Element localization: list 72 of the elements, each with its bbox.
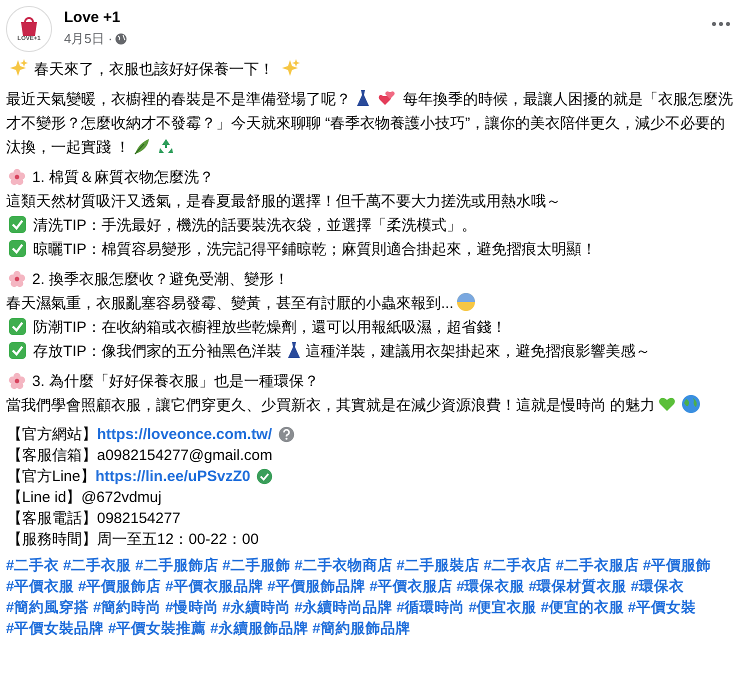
contact-label: 【官方Line】 xyxy=(7,467,96,487)
hashtag-link[interactable]: #簡約服飾品牌 xyxy=(312,621,410,637)
contact-link[interactable]: https://lin.ee/uPSvzZ0 xyxy=(95,466,250,487)
check-box-icon xyxy=(8,215,27,234)
hashtag-link[interactable]: #平價服飾 xyxy=(642,558,711,574)
hashtag-link[interactable]: #二手服裝店 xyxy=(396,558,480,574)
globe-icon xyxy=(115,33,128,45)
flower-icon xyxy=(8,372,26,390)
hashtag-link[interactable]: #永續服飾品牌 xyxy=(210,621,308,637)
sparkles-icon xyxy=(8,58,28,78)
hashtag-link[interactable]: #二手衣 xyxy=(6,558,60,574)
hashtag-link[interactable]: #環保衣服 xyxy=(456,579,525,595)
hashtag-link[interactable]: #平價女裝 xyxy=(628,600,696,616)
section-heading: 2. 換季衣服怎麼收？避免受潮、變形！ xyxy=(31,271,289,288)
hashtag-link[interactable]: #平價服飾品牌 xyxy=(267,579,366,595)
hashtag-link[interactable]: #簡約時尚 xyxy=(93,600,162,616)
post-paragraph: 最近天氣變暖，衣櫥裡的春裝是不是準備登場了呢？ 每年換季的時候，最讓人困擾的就是「衣服怎麼洗才不變形？怎麼收納才不發霉？」今天就來聊聊 “春季衣物養護小技巧”，讓你的美衣陪伴更久，減少不必要的汰換，一起實踐 ！ xyxy=(6,88,740,160)
emoji-icon xyxy=(456,292,476,312)
hashtag-link[interactable]: #便宜衣服 xyxy=(468,600,537,616)
contact-label: 【客服信箱】 xyxy=(7,446,97,466)
tip-text: 存放TIP：像我們家的五分袖黑色洋裝 這種洋裝，建議用衣架掛起來，避免摺痕影響美感～ xyxy=(29,343,651,360)
flower-icon xyxy=(8,270,26,288)
contact-value: @672vdmuj xyxy=(81,488,162,508)
contact-label: 【客服電話】 xyxy=(7,509,97,529)
contact-value: 0982154277 xyxy=(97,509,180,529)
hashtag-link[interactable]: #二手服飾店 xyxy=(135,558,218,574)
hashtag-link[interactable]: #平價衣服店 xyxy=(369,579,453,595)
check-box-icon xyxy=(8,239,27,258)
hashtag-link[interactable]: #平價衣服 xyxy=(6,579,74,595)
hashtag-link[interactable]: #平價女裝品牌 xyxy=(6,621,104,637)
more-icon xyxy=(712,22,730,26)
page-name-link[interactable]: Love +1 xyxy=(64,8,706,28)
hashtag-link[interactable]: #簡約風穿搭 xyxy=(6,600,90,616)
check-box-icon xyxy=(8,341,27,360)
tip-text: 防潮TIP：在收納箱或衣櫥裡放些乾燥劑，還可以用報紙吸濕，超省錢！ xyxy=(32,319,507,336)
post-title: 春天來了，衣服也該好好保養一下！ xyxy=(33,61,276,78)
post-date: 4月5日 · xyxy=(64,30,112,48)
hashtag-link[interactable]: #平價女裝推薦 xyxy=(108,621,206,637)
shopping-bag-icon xyxy=(18,16,40,36)
contact-label: 【服務時間】 xyxy=(7,530,97,550)
sparkles-icon xyxy=(280,58,300,78)
flower-icon xyxy=(8,168,26,186)
contact-value: a0982154277@gmail.com xyxy=(97,446,272,466)
post-paragraph: 當我們學會照顧衣服，讓它們穿更久、少買新衣，其實就是在減少資源浪費！這就是慢時尚 的魅力 xyxy=(6,394,740,418)
section-heading: 1. 棉質＆麻質衣物怎麼洗？ xyxy=(31,169,214,186)
hashtag-link[interactable]: #二手衣服店 xyxy=(556,558,639,574)
help-icon xyxy=(278,426,296,443)
hashtag-link[interactable]: #平價服飾店 xyxy=(78,579,162,595)
hashtag-link[interactable]: #慢時尚 xyxy=(165,600,218,616)
tip-text: 晾曬TIP：棉質容易變形，洗完記得平鋪晾乾；麻質則適合掛起來，避免摺痕太明顯！ xyxy=(32,241,597,258)
hashtag-link[interactable]: #永續時尚品牌 xyxy=(294,600,393,616)
section-heading: 3. 為什麼「好好保養衣服」也是一種環保？ xyxy=(31,373,319,390)
post-paragraph: 春天濕氣重，衣服亂塞容易發霉、變黃，甚至有討厭的小蟲來報到... xyxy=(6,292,740,316)
tip-text: 清洗TIP：手洗最好，機洗的話要裝洗衣袋，並選擇「柔洗模式」。 xyxy=(32,217,477,234)
hashtag-link[interactable]: #平價衣服品牌 xyxy=(165,579,264,595)
verified-check-icon xyxy=(256,468,274,485)
check-box-icon xyxy=(8,317,27,336)
globe-icon xyxy=(681,394,702,414)
hashtag-link[interactable]: #二手衣店 xyxy=(484,558,552,574)
post-paragraph: 這類天然材質吸汗又透氣，是春夏最舒服的選擇！但千萬不要大力搓洗或用熱水哦～ xyxy=(6,192,562,212)
hashtag-link[interactable]: #二手衣服 xyxy=(63,558,132,574)
contact-label: 【Line id】 xyxy=(7,488,82,508)
hashtag-link[interactable]: #便宜的衣服 xyxy=(540,600,624,616)
hashtag-link[interactable]: #環保衣 xyxy=(630,579,684,595)
hashtag-link[interactable]: #二手服飾 xyxy=(222,558,290,574)
contact-label: 【官方網站】 xyxy=(7,425,97,445)
hashtag-link[interactable]: #永續時尚 xyxy=(222,600,290,616)
hashtag-link[interactable]: #環保材質衣服 xyxy=(528,579,627,595)
contact-value: 周一至五12：00-22：00 xyxy=(97,530,259,550)
hashtag-link[interactable]: #二手衣物商店 xyxy=(294,558,393,574)
hashtag-link[interactable]: #循環時尚 xyxy=(396,600,465,616)
contact-link[interactable]: https://loveonce.com.tw/ xyxy=(97,424,272,445)
